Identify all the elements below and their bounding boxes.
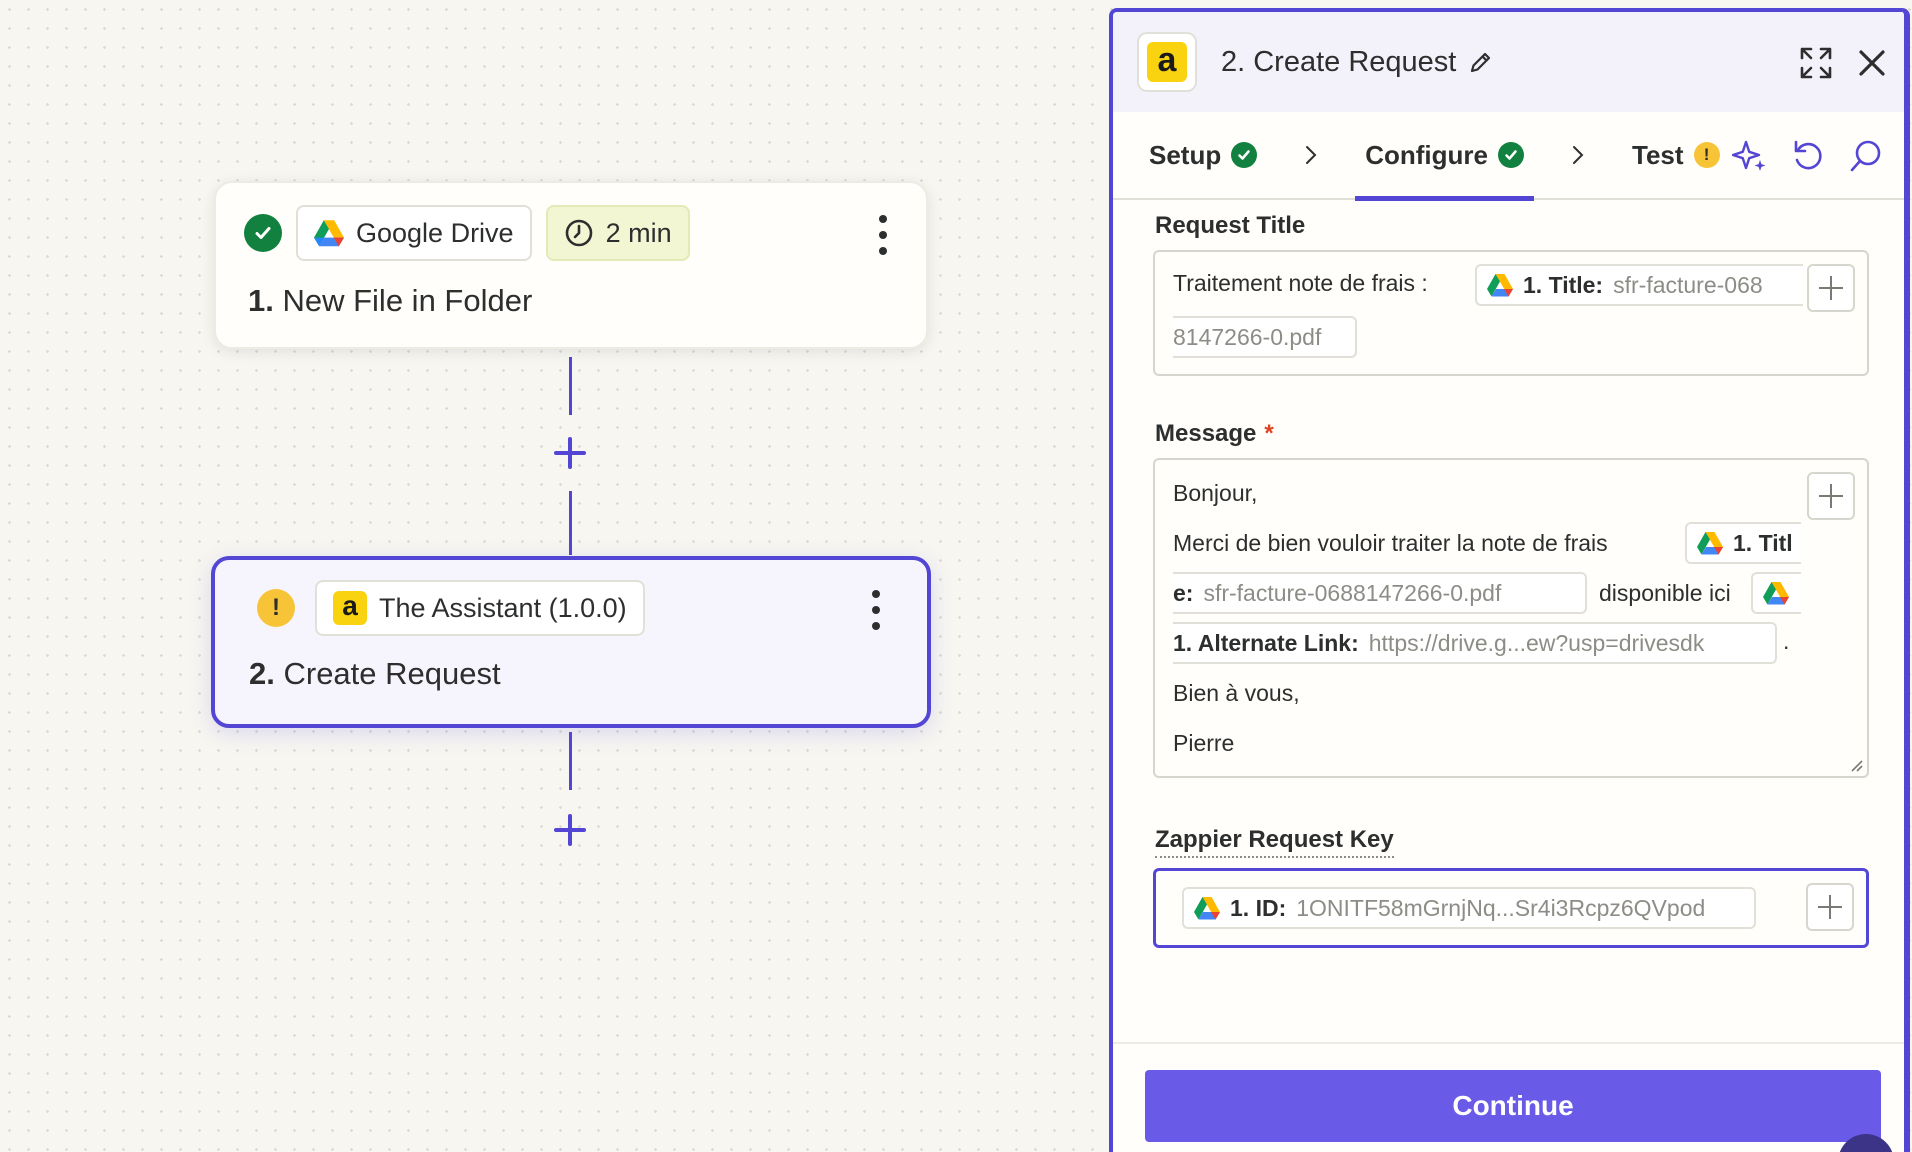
google-drive-icon <box>1763 582 1789 605</box>
comment-icon[interactable] <box>1848 138 1884 174</box>
clock-icon <box>565 219 592 247</box>
google-drive-icon <box>1697 532 1723 555</box>
more-options-icon[interactable] <box>871 590 881 630</box>
google-drive-icon <box>1194 897 1220 920</box>
google-drive-icon <box>1487 274 1513 297</box>
app-pill-label: Google Drive <box>356 217 514 248</box>
message-line: Bonjour, <box>1173 480 1258 506</box>
app-pill-google-drive[interactable]: Google Drive <box>296 205 532 261</box>
undo-history-icon[interactable] <box>1790 138 1826 174</box>
data-token-title[interactable]: 1. Titl <box>1685 522 1801 564</box>
request-title-label: Request Title <box>1155 212 1306 239</box>
pencil-icon[interactable] <box>1468 49 1494 75</box>
insert-data-button[interactable] <box>1806 883 1854 931</box>
message-text: disponible ici <box>1599 580 1731 606</box>
step-editor-panel: a 2. Create Request Setup Configure Test… <box>1109 8 1910 1152</box>
panel-header: a 2. Create Request <box>1113 12 1904 112</box>
panel-title: 2. Create Request <box>1221 45 1457 78</box>
data-token-link-cont[interactable]: 1. Alternate Link: https://drive.g...ew?… <box>1173 622 1777 664</box>
insert-data-button[interactable] <box>1807 472 1855 520</box>
panel-footer: Continue <box>1113 1042 1904 1152</box>
schedule-label: 2 min <box>605 217 672 248</box>
continue-button[interactable]: Continue <box>1145 1070 1881 1142</box>
message-line: Pierre <box>1173 730 1235 756</box>
tab-setup[interactable]: Setup <box>1139 111 1267 199</box>
connector-line <box>569 732 572 790</box>
success-check-icon <box>1498 142 1524 168</box>
data-token-title-cont[interactable]: 8147266-0.pdf <box>1173 316 1357 358</box>
step-title: 1. New File in Folder <box>248 283 533 318</box>
success-check-icon <box>244 214 282 252</box>
insert-data-button[interactable] <box>1807 264 1855 312</box>
expand-icon[interactable] <box>1799 46 1833 80</box>
data-token-link[interactable] <box>1751 572 1801 614</box>
message-field[interactable]: Bonjour, Merci de bien vouloir traiter l… <box>1153 458 1869 778</box>
request-title-field[interactable]: Traitement note de frais : 1. Title: sfr… <box>1153 250 1869 376</box>
add-step-button[interactable] <box>552 812 588 848</box>
message-text: . <box>1783 628 1790 654</box>
tab-tools <box>1732 138 1884 174</box>
add-step-button[interactable] <box>552 435 588 471</box>
google-drive-icon <box>314 220 344 247</box>
step-card-trigger[interactable]: Google Drive 2 min 1. New File in Folder <box>214 181 928 349</box>
app-pill-label: The Assistant (1.0.0) <box>379 592 627 623</box>
step-title: 2. Create Request <box>249 656 501 691</box>
request-key-label: Zappier Request Key <box>1155 826 1394 858</box>
success-check-icon <box>1231 142 1258 168</box>
connector-line <box>569 491 572 555</box>
tab-test[interactable]: Test ! <box>1622 111 1730 199</box>
workflow-canvas[interactable]: Google Drive 2 min 1. New File in Folder… <box>0 0 1110 1152</box>
assistant-app-icon: a <box>333 591 367 625</box>
configure-form: Request Title Traitement note de frais :… <box>1113 202 1904 1032</box>
data-token-title-cont[interactable]: e: sfr-facture-0688147266-0.pdf <box>1173 572 1587 614</box>
app-pill-assistant[interactable]: a The Assistant (1.0.0) <box>315 580 645 636</box>
schedule-pill[interactable]: 2 min <box>545 205 690 261</box>
chevron-right-icon <box>1558 135 1598 175</box>
message-line: Merci de bien vouloir traiter la note de… <box>1173 530 1608 556</box>
warning-icon: ! <box>1693 142 1720 168</box>
close-icon[interactable] <box>1855 46 1889 80</box>
step-tabs: Setup Configure Test ! <box>1113 111 1904 201</box>
connector-line <box>569 357 572 415</box>
assistant-app-icon: a <box>1147 42 1187 82</box>
warning-icon: ! <box>257 589 295 627</box>
data-token-title[interactable]: 1. Title: sfr-facture-068 <box>1475 264 1803 306</box>
field-text: Traitement note de frais : <box>1173 270 1428 296</box>
data-token-id[interactable]: 1. ID: 1ONITF58mGrnjNq...Sr4i3Rcpz6QVpod <box>1182 887 1756 929</box>
resize-handle-icon[interactable] <box>1849 758 1863 772</box>
chevron-right-icon <box>1291 135 1331 175</box>
message-label: Message * <box>1155 420 1274 447</box>
sparkle-ai-icon[interactable] <box>1732 138 1768 174</box>
step-card-action[interactable]: ! a The Assistant (1.0.0) 2. Create Requ… <box>211 556 931 728</box>
panel-app-icon: a <box>1137 32 1197 92</box>
more-options-icon[interactable] <box>878 215 888 255</box>
request-key-field[interactable]: 1. ID: 1ONITF58mGrnjNq...Sr4i3Rcpz6QVpod <box>1153 868 1869 948</box>
message-line: Bien à vous, <box>1173 680 1300 706</box>
tab-configure[interactable]: Configure <box>1355 111 1534 201</box>
